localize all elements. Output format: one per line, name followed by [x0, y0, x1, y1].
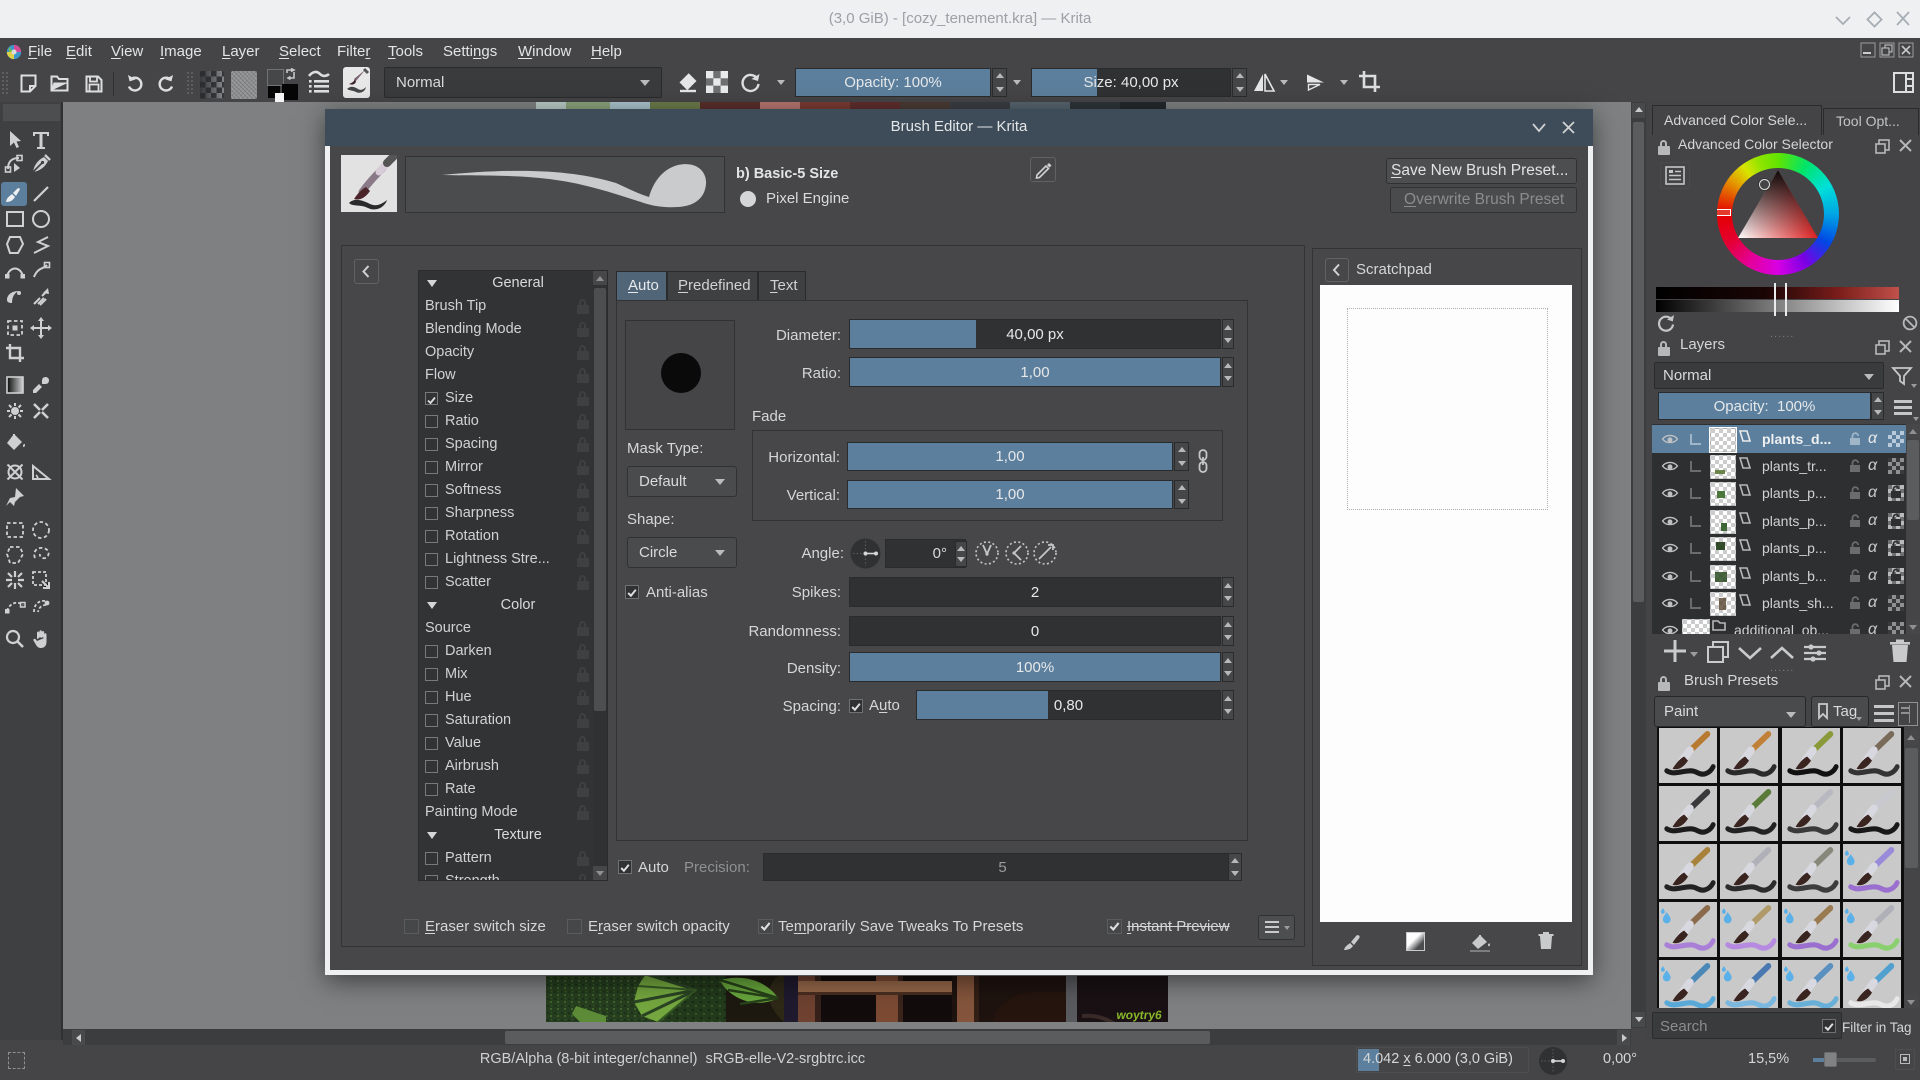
svg-text:woytry6: woytry6 — [1115, 1008, 1164, 1022]
